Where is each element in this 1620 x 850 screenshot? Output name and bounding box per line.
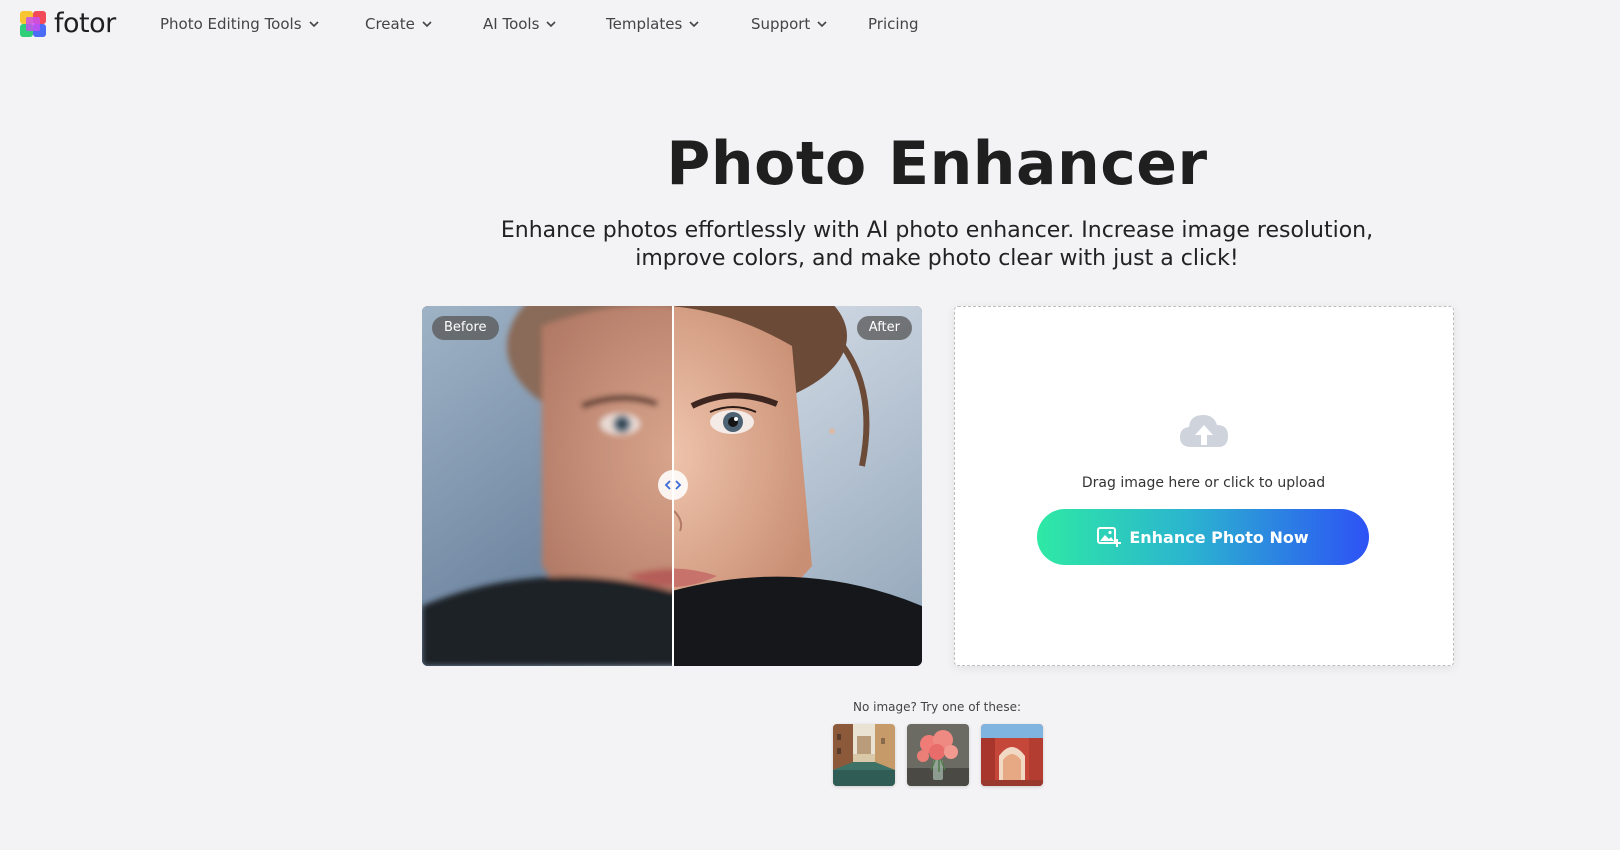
brand-name: fotor <box>54 8 116 39</box>
nav-pricing[interactable]: Pricing <box>868 14 919 34</box>
nav-item-label: Photo Editing Tools <box>160 15 302 33</box>
nav-item-label: Pricing <box>868 15 919 33</box>
drag-upload-text: Drag image here or click to upload <box>1081 475 1326 491</box>
sample-image-venice[interactable] <box>833 724 895 786</box>
image-add-icon <box>1097 527 1122 547</box>
sample-image-red-arch[interactable] <box>981 724 1043 786</box>
top-navigation: fotor Photo Editing Tools Create AI Tool… <box>0 0 1620 48</box>
nav-ai-tools[interactable]: AI Tools <box>483 14 557 34</box>
chevron-down-icon <box>546 21 556 28</box>
chevron-down-icon <box>308 21 319 28</box>
page-title: Photo Enhancer <box>666 129 1208 199</box>
cloud-upload-icon <box>1178 411 1230 451</box>
nav-item-label: Templates <box>606 15 683 33</box>
nav-create[interactable]: Create <box>365 14 433 34</box>
after-label: After <box>856 316 912 340</box>
enhance-photo-now-button[interactable]: Enhance Photo Now <box>1037 509 1369 565</box>
nav-item-label: AI Tools <box>483 15 540 33</box>
comparison-slider-handle[interactable] <box>658 470 688 500</box>
nav-templates[interactable]: Templates <box>606 14 700 34</box>
chevron-down-icon <box>689 21 699 28</box>
chevron-down-icon <box>817 21 827 28</box>
chevron-down-icon <box>422 21 432 28</box>
left-right-arrows-icon <box>664 480 682 490</box>
fotor-logo-icon <box>20 11 46 37</box>
sample-images-label: No image? Try one of these: <box>852 700 1021 714</box>
pink-flowers-thumbnail <box>907 724 969 786</box>
before-label: Before <box>432 316 499 340</box>
nav-support[interactable]: Support <box>751 14 828 34</box>
upload-dropzone[interactable]: Drag image here or click to upload Enhan… <box>954 306 1454 666</box>
venice-canal-thumbnail <box>833 724 895 786</box>
before-after-comparison[interactable]: Before After <box>422 306 922 666</box>
sample-image-flowers[interactable] <box>907 724 969 786</box>
red-arch-street-thumbnail <box>981 724 1043 786</box>
fotor-logo[interactable]: fotor <box>20 9 116 39</box>
enhance-button-label: Enhance Photo Now <box>1129 527 1309 547</box>
page-subtitle-line-1: Enhance photos effortlessly with AI phot… <box>500 218 1374 243</box>
nav-item-label: Support <box>751 15 811 33</box>
page-subtitle-line-2: improve colors, and make photo clear wit… <box>635 246 1239 271</box>
nav-photo-editing-tools[interactable]: Photo Editing Tools <box>160 14 320 34</box>
nav-item-label: Create <box>365 15 415 33</box>
